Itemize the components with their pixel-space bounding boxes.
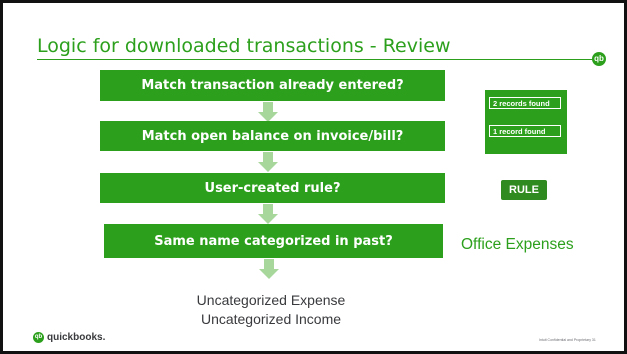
record-found-label: 1 record found: [489, 125, 561, 137]
arrow-down-icon: [258, 102, 278, 122]
title-underline: [37, 59, 604, 60]
quickbooks-badge-icon: qb: [592, 52, 606, 66]
outcome-uncategorized-income: Uncategorized Income: [200, 311, 342, 327]
arrow-down-icon: [258, 204, 278, 224]
records-found-panel: 2 records found 1 record found: [485, 90, 567, 154]
arrow-down-icon: [259, 259, 279, 279]
step-match-transaction: Match transaction already entered?: [100, 70, 445, 101]
slide: Logic for downloaded transactions - Revi…: [0, 0, 627, 354]
quickbooks-wordmark: quickbooks.: [47, 331, 106, 343]
outcome-uncategorized-expense: Uncategorized Expense: [196, 292, 346, 308]
step-user-created-rule: User-created rule?: [100, 173, 445, 203]
slide-title: Logic for downloaded transactions - Revi…: [37, 35, 451, 57]
step-match-open-balance: Match open balance on invoice/bill?: [100, 121, 445, 151]
arrow-down-icon: [258, 152, 278, 172]
rule-badge: RULE: [501, 180, 547, 200]
confidential-footer: Intuit Confidential and Proprietary 31: [539, 338, 596, 342]
quickbooks-logo: qb quickbooks.: [33, 330, 105, 344]
quickbooks-mark-icon: qb: [33, 331, 44, 343]
office-expenses-label: Office Expenses: [461, 236, 574, 253]
records-found-label: 2 records found: [489, 97, 561, 109]
step-same-name-categorized: Same name categorized in past?: [104, 224, 443, 258]
